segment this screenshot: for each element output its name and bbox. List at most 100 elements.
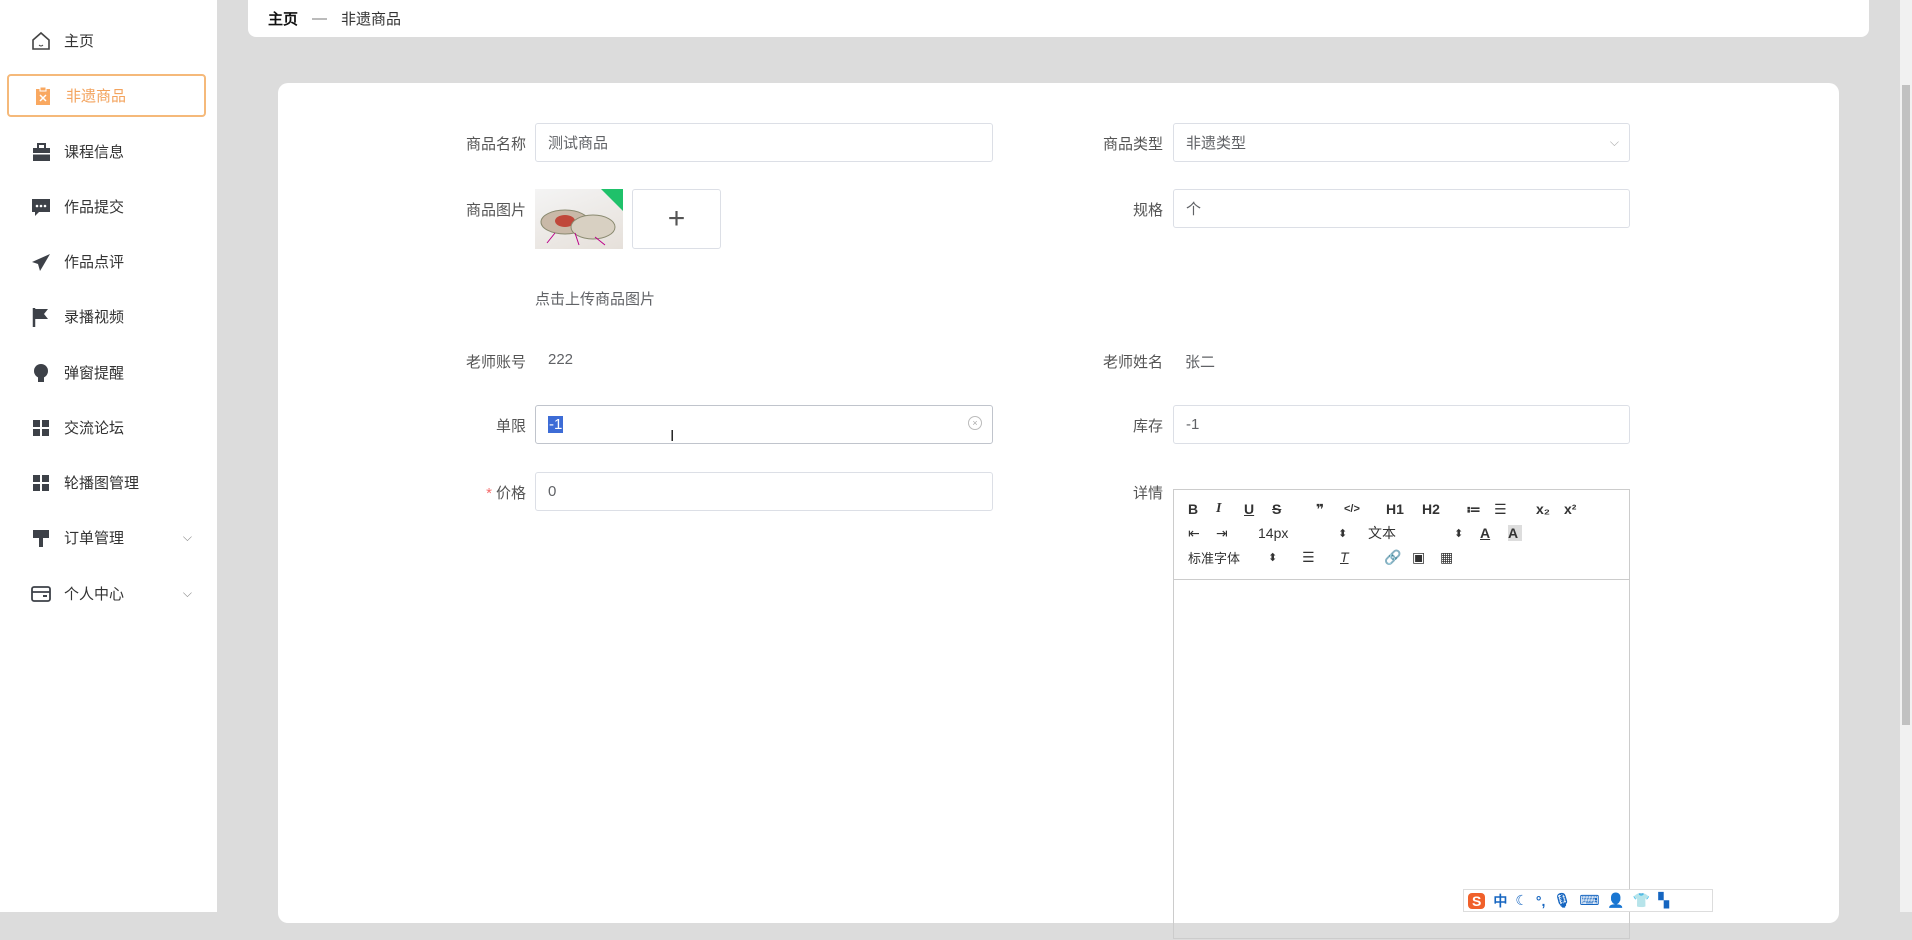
sidebar-item-review-works[interactable]: 作品点评 bbox=[7, 240, 206, 283]
blockquote-button[interactable]: ❞ bbox=[1316, 501, 1344, 518]
limit-input[interactable]: -1 × bbox=[535, 405, 993, 444]
image-icon[interactable]: ▣ bbox=[1412, 549, 1440, 566]
detail-label: 详情 bbox=[1132, 485, 1163, 502]
comment-icon bbox=[30, 196, 52, 218]
sidebar-item-carousel[interactable]: 轮播图管理 bbox=[7, 461, 206, 504]
sidebar-item-label: 作品点评 bbox=[64, 254, 125, 271]
underline-button[interactable]: U bbox=[1244, 501, 1272, 517]
sidebar-item-home[interactable]: 主页 bbox=[7, 19, 206, 62]
spec-label: 规格 bbox=[1132, 202, 1163, 219]
sidebar-item-orders[interactable]: 订单管理 ⌵ bbox=[7, 516, 206, 559]
stock-input[interactable]: -1 bbox=[1173, 405, 1630, 444]
background-color-icon[interactable]: A bbox=[1508, 525, 1522, 541]
type-select[interactable]: 非遗类型 ⌵ bbox=[1173, 123, 1630, 162]
skin-icon[interactable]: 👕 bbox=[1633, 892, 1650, 909]
stock-label: 库存 bbox=[1132, 418, 1163, 435]
link-icon[interactable]: 🔗 bbox=[1384, 549, 1412, 566]
clear-format-icon[interactable]: T bbox=[1340, 549, 1384, 565]
breadcrumb-home[interactable]: 主页 bbox=[268, 8, 298, 29]
heading-select[interactable]: 文本 bbox=[1368, 523, 1454, 543]
font-color-icon[interactable]: A bbox=[1480, 525, 1508, 541]
sidebar-item-submit-works[interactable]: 作品提交 bbox=[7, 185, 206, 228]
chevron-down-icon: ⌵ bbox=[1609, 135, 1619, 149]
sidebar-item-label: 个人中心 bbox=[64, 586, 125, 603]
limit-label: 单限 bbox=[495, 418, 526, 435]
ordered-list-button[interactable]: ≔ bbox=[1466, 501, 1494, 518]
sidebar-item-forum[interactable]: 交流论坛 bbox=[7, 406, 206, 449]
price-input[interactable]: 0 bbox=[535, 472, 993, 511]
superscript-button[interactable]: x² bbox=[1564, 501, 1592, 517]
upload-image-button[interactable]: + bbox=[632, 189, 721, 249]
teacher-name-label: 老师姓名 bbox=[1102, 354, 1163, 371]
toolbar-row-1: B I U S ❞ </> H1 H2 ≔ ☰ x₂ x² bbox=[1188, 498, 1629, 520]
user-icon[interactable]: 👤 bbox=[1607, 892, 1624, 909]
h2-button[interactable]: H2 bbox=[1422, 501, 1466, 517]
sidebar-item-courses[interactable]: 课程信息 bbox=[7, 130, 206, 173]
indent-icon[interactable]: ⇥ bbox=[1216, 525, 1244, 542]
clipboard-icon bbox=[32, 85, 54, 107]
editor-content[interactable] bbox=[1174, 580, 1629, 940]
sidebar-item-label: 轮播图管理 bbox=[64, 475, 140, 492]
card-icon bbox=[30, 583, 52, 605]
editor-toolbar: B I U S ❞ </> H1 H2 ≔ ☰ x₂ x² ⇤ ⇥ 14px ⬍… bbox=[1174, 490, 1629, 580]
code-button[interactable]: </> bbox=[1344, 503, 1372, 515]
bold-button[interactable]: B bbox=[1188, 501, 1216, 517]
apps-icon[interactable]: ▚ bbox=[1658, 892, 1669, 909]
name-input[interactable]: 测试商品 bbox=[535, 123, 993, 162]
moon-icon[interactable]: ☾ bbox=[1515, 892, 1528, 909]
product-image-thumbnail[interactable] bbox=[535, 189, 623, 249]
microphone-icon[interactable]: 🎙 bbox=[1553, 892, 1571, 909]
sidebar-item-label: 交流论坛 bbox=[64, 420, 125, 437]
type-label: 商品类型 bbox=[1102, 136, 1163, 153]
breadcrumb: 主页 — 非遗商品 bbox=[248, 0, 1869, 37]
paper-plane-icon bbox=[30, 251, 52, 273]
rich-text-editor: B I U S ❞ </> H1 H2 ≔ ☰ x₂ x² ⇤ ⇥ 14px ⬍… bbox=[1173, 489, 1630, 939]
sidebar-item-videos[interactable]: 录播视频 bbox=[7, 295, 206, 338]
page-scrollbar[interactable] bbox=[1900, 0, 1912, 912]
subscript-button[interactable]: x₂ bbox=[1536, 501, 1564, 517]
form-card: 商品名称 测试商品 商品图片 + 点击上传商品图片 老师账号 222 单限 -1… bbox=[278, 83, 1839, 939]
flag-icon bbox=[30, 306, 52, 328]
price-label-text: 价格 bbox=[495, 485, 526, 502]
ime-language[interactable]: 中 bbox=[1493, 891, 1507, 911]
grid-icon bbox=[30, 417, 52, 439]
grid-icon bbox=[30, 472, 52, 494]
bullet-list-button[interactable]: ☰ bbox=[1494, 501, 1522, 518]
clear-icon[interactable]: × bbox=[968, 416, 982, 430]
sidebar-item-label: 弹窗提醒 bbox=[64, 365, 125, 382]
ime-toolbar: S 中 ☾ °, 🎙 ⌨ 👤 👕 ▚ bbox=[1463, 889, 1713, 912]
chevron-down-icon: ⌵ bbox=[182, 530, 192, 544]
price-label: * 价格 bbox=[406, 482, 526, 503]
sidebar-item-label: 课程信息 bbox=[64, 144, 125, 161]
toolbar-row-2: ⇤ ⇥ 14px ⬍ 文本 ⬍ A A bbox=[1188, 522, 1629, 544]
required-mark: * bbox=[486, 485, 492, 502]
outdent-icon[interactable]: ⇤ bbox=[1188, 525, 1216, 542]
punctuation-icon[interactable]: °, bbox=[1536, 893, 1546, 909]
font-size-select[interactable]: 14px bbox=[1258, 525, 1338, 541]
strike-button[interactable]: S bbox=[1272, 501, 1300, 517]
scrollbar-thumb[interactable] bbox=[1902, 85, 1910, 725]
name-label: 商品名称 bbox=[465, 136, 526, 153]
type-value: 非遗类型 bbox=[1186, 135, 1247, 152]
sidebar-item-popup[interactable]: 弹窗提醒 bbox=[7, 351, 206, 394]
keyboard-icon[interactable]: ⌨ bbox=[1579, 892, 1599, 909]
sidebar-item-profile[interactable]: 个人中心 ⌵ bbox=[7, 572, 206, 615]
updown-icon: ⬍ bbox=[1454, 527, 1464, 540]
italic-button[interactable]: I bbox=[1216, 501, 1244, 517]
updown-icon: ⬍ bbox=[1338, 527, 1348, 540]
sogou-logo-icon[interactable]: S bbox=[1468, 892, 1486, 909]
h1-button[interactable]: H1 bbox=[1386, 501, 1422, 517]
sidebar-item-label: 录播视频 bbox=[64, 309, 125, 326]
briefcase-icon bbox=[30, 141, 52, 163]
teacher-name-value: 张二 bbox=[1185, 354, 1216, 371]
sidebar-item-heritage-goods[interactable]: 非遗商品 bbox=[7, 74, 206, 117]
home-icon bbox=[30, 30, 52, 52]
image-label: 商品图片 bbox=[465, 202, 526, 219]
lightbulb-icon bbox=[30, 362, 52, 384]
spec-input[interactable]: 个 bbox=[1173, 189, 1630, 228]
align-icon[interactable]: ☰ bbox=[1302, 549, 1340, 566]
video-icon[interactable]: ▦ bbox=[1440, 549, 1468, 566]
font-family-select[interactable]: 标准字体 bbox=[1188, 548, 1268, 567]
text-cursor-icon: I bbox=[670, 428, 675, 445]
upload-tip: 点击上传商品图片 bbox=[535, 291, 656, 308]
